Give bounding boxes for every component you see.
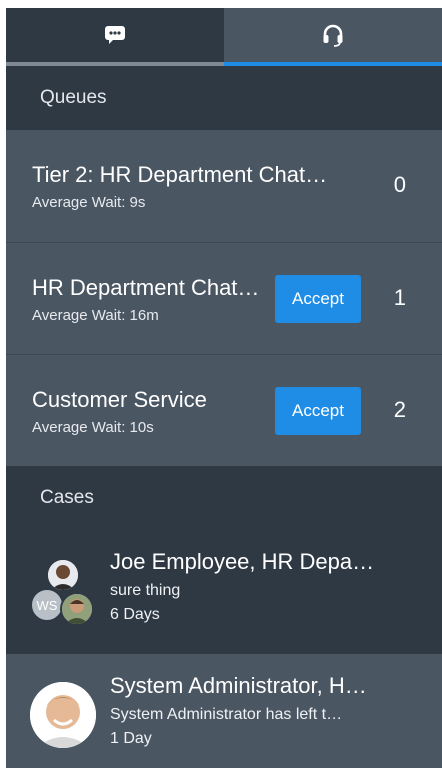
tab-active-underline [224, 62, 442, 66]
queue-average-wait: Average Wait: 10s [32, 419, 154, 436]
case-title: Joe Employee, HR Depa… [110, 549, 375, 574]
queue-item[interactable]: HR Department Chat… Average Wait: 16m Ac… [6, 242, 442, 354]
avatar [30, 682, 96, 748]
case-subtitle: sure thing [110, 582, 181, 599]
case-item[interactable]: System Administrator, H… System Administ… [6, 654, 442, 768]
queues-header: Queues [6, 66, 442, 130]
tab-bar [6, 8, 442, 66]
accept-button[interactable]: Accept [275, 275, 361, 323]
accept-button[interactable]: Accept [275, 387, 361, 435]
queue-average-wait: Average Wait: 16m [32, 307, 159, 324]
queue-name: Tier 2: HR Department Chat … [32, 162, 332, 187]
queue-count: 1 [393, 285, 406, 310]
avatar [60, 592, 94, 626]
queue-item[interactable]: Tier 2: HR Department Chat … Average Wai… [6, 130, 442, 242]
case-time: 6 Days [110, 606, 160, 623]
queue-count: 0 [393, 172, 406, 197]
case-text: Joe Employee, HR Depa… sure thing 6 Days [110, 548, 420, 626]
chat-panel: Queues Tier 2: HR Department Chat … Aver… [6, 8, 442, 768]
headset-icon [320, 22, 346, 53]
queue-name: HR Department Chat… [32, 275, 260, 300]
case-title: System Administrator, H… [110, 673, 367, 698]
avatar-group: WS [28, 558, 108, 638]
case-item[interactable]: WS Joe Employee, HR Depa… sure thing 6 D… [6, 530, 442, 654]
queue-count: 2 [393, 397, 406, 422]
tab-support[interactable] [224, 8, 442, 66]
queue-item[interactable]: Customer Service Average Wait: 10s Accep… [6, 354, 442, 466]
queue-text: Tier 2: HR Department Chat … Average Wai… [32, 162, 332, 211]
queue-text: HR Department Chat… Average Wait: 16m [32, 275, 277, 324]
cases-header: Cases [6, 466, 442, 530]
chat-bubble-icon [102, 23, 128, 52]
queue-text: Customer Service Average Wait: 10s [32, 387, 277, 436]
case-time: 1 Day [110, 730, 152, 747]
case-subtitle: System Administrator has left t… [110, 706, 343, 723]
queue-average-wait: Average Wait: 9s [32, 194, 146, 211]
avatar-initials: WS [30, 588, 64, 622]
tab-chat[interactable] [6, 8, 224, 66]
avatar [46, 558, 80, 592]
queue-name: Customer Service [32, 387, 207, 412]
case-text: System Administrator, H… System Administ… [110, 672, 420, 750]
tab-underline [6, 62, 224, 66]
